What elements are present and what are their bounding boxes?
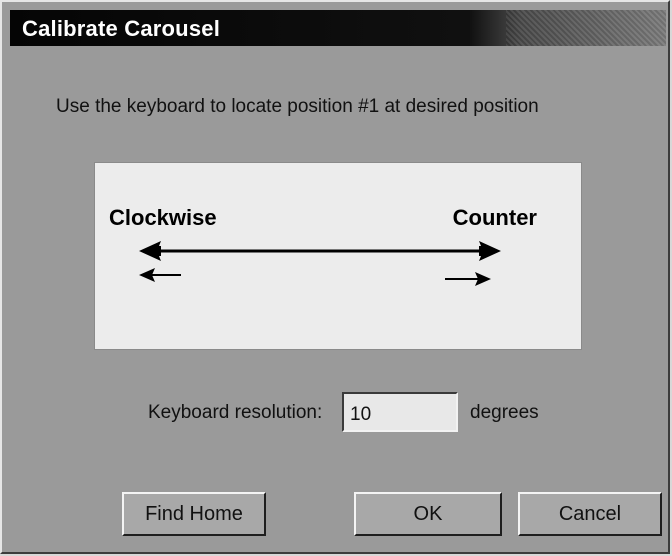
instruction-text: Use the keyboard to locate position #1 a…: [56, 96, 539, 117]
calibrate-carousel-dialog: Calibrate Carousel Use the keyboard to l…: [0, 0, 670, 554]
double-arrow-icon: [139, 241, 501, 261]
window-title: Calibrate Carousel: [22, 16, 221, 41]
title-bar[interactable]: Calibrate Carousel: [10, 10, 666, 46]
keyboard-resolution-label: Keyboard resolution:: [148, 402, 323, 423]
left-arrow-icon: [139, 268, 181, 282]
ok-button[interactable]: OK: [354, 492, 502, 536]
arrows-graphic: [139, 241, 501, 286]
degrees-unit-label: degrees: [470, 402, 539, 423]
keyboard-resolution-input[interactable]: [342, 392, 458, 432]
right-arrow-icon: [445, 272, 491, 286]
cancel-button[interactable]: Cancel: [518, 492, 662, 536]
find-home-button[interactable]: Find Home: [122, 492, 266, 536]
direction-diagram: Clockwise Counter: [94, 162, 582, 350]
